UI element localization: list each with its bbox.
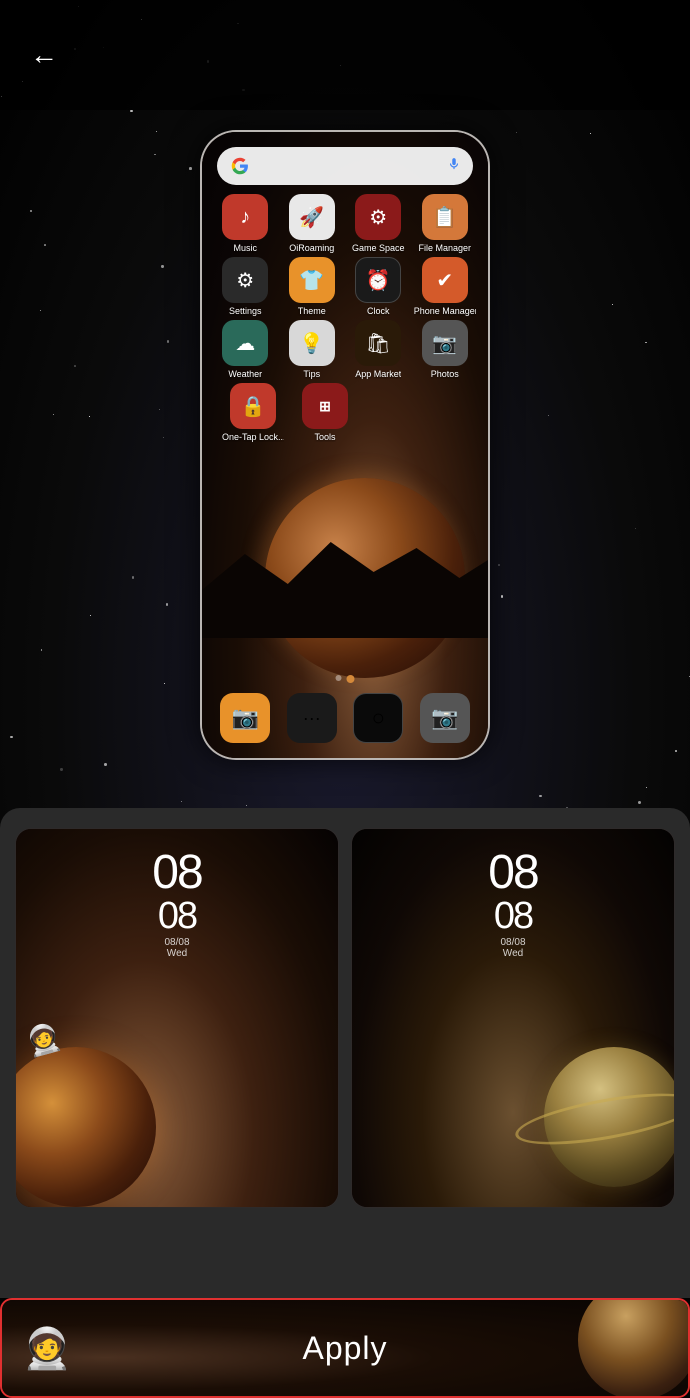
weather-icon: ☁	[222, 320, 268, 366]
photos-icon: 📷	[422, 320, 468, 366]
app-theme: 👕 Theme	[281, 257, 343, 316]
bottom-panel: 🧑‍🚀 08 08 08/08 Wed 08 08 08/08 We	[0, 808, 690, 1298]
dock-camera: 📷	[220, 693, 270, 743]
music-icon: ♪	[222, 194, 268, 240]
tools-label: Tools	[314, 432, 335, 442]
app-settings: ⚙ Settings	[214, 257, 276, 316]
phonemanager-icon: ✔	[422, 257, 468, 303]
onetaplock-icon: 🔒	[230, 383, 276, 429]
app-oroaming: 🚀 OiRoaming	[281, 194, 343, 253]
phone-preview: ♪ Music 🚀 OiRoaming ⚙ Game Space 📋 File …	[200, 130, 490, 760]
gamespace-label: Game Space	[352, 243, 405, 253]
ls-minute-right: 08	[488, 897, 537, 935]
apply-astronaut-icon: 🧑‍🚀	[22, 1325, 72, 1372]
ls-time-left: 08 08 08/08 Wed	[152, 849, 201, 959]
theme-label: Theme	[298, 306, 326, 316]
phone-frame: ♪ Music 🚀 OiRoaming ⚙ Game Space 📋 File …	[200, 130, 490, 760]
dock-screenshot: 📷	[420, 693, 470, 743]
settings-icon: ⚙	[222, 257, 268, 303]
theme-icon: 👕	[289, 257, 335, 303]
app-gamespace: ⚙ Game Space	[347, 194, 409, 253]
page-dots	[336, 675, 355, 683]
tips-icon: 💡	[289, 320, 335, 366]
oroaming-label: OiRoaming	[289, 243, 334, 253]
clock-label: Clock	[367, 306, 390, 316]
phone-dock: 📷 ··· ○ 📷	[212, 693, 478, 743]
lockscreen-row: 🧑‍🚀 08 08 08/08 Wed 08 08 08/08 We	[15, 828, 675, 1208]
onetaplock-label: One-Tap Lock...	[222, 432, 284, 442]
gamespace-icon: ⚙	[355, 194, 401, 240]
top-bar: ←	[0, 0, 690, 110]
weather-label: Weather	[228, 369, 262, 379]
app-clock: ⏰ Clock	[347, 257, 409, 316]
dock-home: ○	[353, 693, 403, 743]
app-filemanager: 📋 File Manager	[414, 194, 476, 253]
ls-minute-left: 08	[152, 897, 201, 935]
dot-2	[347, 675, 355, 683]
app-onetaplock: 🔒 One-Tap Lock...	[222, 383, 284, 442]
ls-hour-left: 08	[152, 849, 201, 897]
tools-icon: ⊞	[302, 383, 348, 429]
app-phonemanager: ✔ Phone Manager	[414, 257, 476, 316]
dock-more: ···	[287, 693, 337, 743]
phonemanager-label: Phone Manager	[414, 306, 476, 316]
lockscreen-card-left[interactable]: 🧑‍🚀 08 08 08/08 Wed	[15, 828, 339, 1208]
ls-date-left: 08/08 Wed	[152, 937, 201, 959]
mic-icon	[447, 157, 461, 176]
oroaming-icon: 🚀	[289, 194, 335, 240]
dot-1	[336, 675, 342, 681]
settings-label: Settings	[229, 306, 262, 316]
tips-label: Tips	[303, 369, 320, 379]
clock-icon: ⏰	[355, 257, 401, 303]
music-label: Music	[233, 243, 257, 253]
back-button[interactable]: ←	[30, 39, 58, 71]
ls-date-right: 08/08 Wed	[488, 937, 537, 959]
app-music: ♪ Music	[214, 194, 276, 253]
app-weather: ☁ Weather	[214, 320, 276, 379]
app-tools: ⊞ Tools	[294, 383, 356, 442]
apply-button[interactable]: 🧑‍🚀 Apply	[0, 1298, 690, 1398]
lockscreen-card-right[interactable]: 08 08 08/08 Wed	[351, 828, 675, 1208]
phone-search-bar	[217, 147, 473, 185]
app-photos: 📷 Photos	[414, 320, 476, 379]
app-appmarket: 🛍 App Market	[347, 320, 409, 379]
app-row-1: ♪ Music 🚀 OiRoaming ⚙ Game Space 📋 File …	[212, 194, 478, 253]
app-grid: ♪ Music 🚀 OiRoaming ⚙ Game Space 📋 File …	[212, 194, 478, 446]
filemanager-icon: 📋	[422, 194, 468, 240]
apply-label: Apply	[302, 1330, 387, 1367]
app-tips: 💡 Tips	[281, 320, 343, 379]
app-row-3: ☁ Weather 💡 Tips 🛍 App Market 📷 Photos	[212, 320, 478, 379]
google-logo	[229, 155, 251, 177]
ls-time-right: 08 08 08/08 Wed	[488, 849, 537, 959]
app-row-2: ⚙ Settings 👕 Theme ⏰ Clock ✔ Phone Manag…	[212, 257, 478, 316]
photos-label: Photos	[431, 369, 459, 379]
filemanager-label: File Manager	[418, 243, 471, 253]
appmarket-icon: 🛍	[355, 320, 401, 366]
app-row-4: 🔒 One-Tap Lock... ⊞ Tools	[212, 383, 478, 442]
ls-hour-right: 08	[488, 849, 537, 897]
appmarket-label: App Market	[355, 369, 401, 379]
